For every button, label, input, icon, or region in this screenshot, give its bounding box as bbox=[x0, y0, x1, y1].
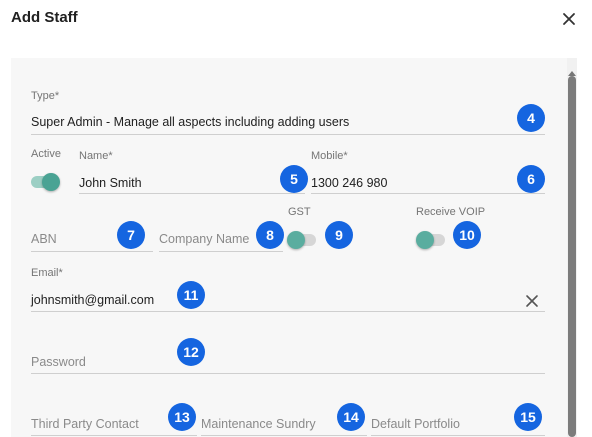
name-label: Name* bbox=[79, 150, 113, 162]
receive-voip-toggle-knob bbox=[416, 231, 434, 249]
password-input[interactable]: Password bbox=[31, 355, 86, 369]
maintenance-sundry-select[interactable]: Maintenance Sundry bbox=[201, 417, 316, 431]
badge-15: 15 bbox=[514, 403, 542, 431]
clear-icon[interactable] bbox=[525, 294, 539, 308]
receive-voip-label: Receive VOIP bbox=[416, 206, 486, 218]
abn-underline bbox=[31, 251, 153, 252]
active-label: Active bbox=[31, 148, 61, 160]
email-input[interactable]: johnsmith@gmail.com bbox=[31, 293, 154, 307]
receive-voip-toggle[interactable] bbox=[414, 230, 448, 250]
password-underline bbox=[31, 373, 545, 374]
scrollbar-thumb[interactable] bbox=[568, 76, 576, 437]
badge-6: 6 bbox=[517, 165, 545, 193]
form-panel: Type* Super Admin - Manage all aspects i… bbox=[11, 58, 567, 437]
third-party-contact-select[interactable]: Third Party Contact bbox=[31, 417, 139, 431]
badge-11: 11 bbox=[177, 281, 205, 309]
maintenance-sundry-underline bbox=[201, 435, 367, 436]
third-party-contact-underline bbox=[31, 435, 197, 436]
badge-4: 4 bbox=[517, 104, 545, 132]
badge-5: 5 bbox=[280, 165, 308, 193]
gst-toggle-knob bbox=[287, 231, 305, 249]
name-underline bbox=[79, 193, 305, 194]
mobile-label: Mobile* bbox=[311, 150, 348, 162]
close-icon[interactable] bbox=[561, 11, 577, 27]
type-select[interactable]: Super Admin - Manage all aspects includi… bbox=[31, 115, 349, 129]
abn-input[interactable]: ABN bbox=[31, 232, 57, 246]
badge-13: 13 bbox=[168, 403, 196, 431]
scroll-up-arrow-icon[interactable] bbox=[567, 64, 577, 76]
default-portfolio-underline bbox=[371, 435, 545, 436]
mobile-underline bbox=[311, 193, 545, 194]
gst-label: GST bbox=[288, 206, 311, 218]
badge-7: 7 bbox=[117, 221, 145, 249]
email-label: Email* bbox=[31, 267, 63, 279]
active-toggle[interactable] bbox=[28, 172, 62, 192]
dialog-header: Add Staff bbox=[0, 0, 592, 40]
active-toggle-knob bbox=[42, 173, 60, 191]
type-underline bbox=[31, 134, 545, 135]
company-name-underline bbox=[159, 251, 283, 252]
mobile-input[interactable]: 1300 246 980 bbox=[311, 176, 387, 190]
default-portfolio-select[interactable]: Default Portfolio bbox=[371, 417, 460, 431]
dialog-title: Add Staff bbox=[11, 9, 78, 26]
badge-8: 8 bbox=[256, 221, 284, 249]
badge-9: 9 bbox=[325, 221, 353, 249]
company-name-input[interactable]: Company Name bbox=[159, 232, 249, 246]
name-input[interactable]: John Smith bbox=[79, 176, 142, 190]
badge-12: 12 bbox=[177, 338, 205, 366]
type-label: Type* bbox=[31, 90, 60, 102]
badge-14: 14 bbox=[337, 403, 365, 431]
gst-toggle[interactable] bbox=[285, 230, 319, 250]
badge-10: 10 bbox=[453, 221, 481, 249]
email-underline bbox=[31, 311, 545, 312]
